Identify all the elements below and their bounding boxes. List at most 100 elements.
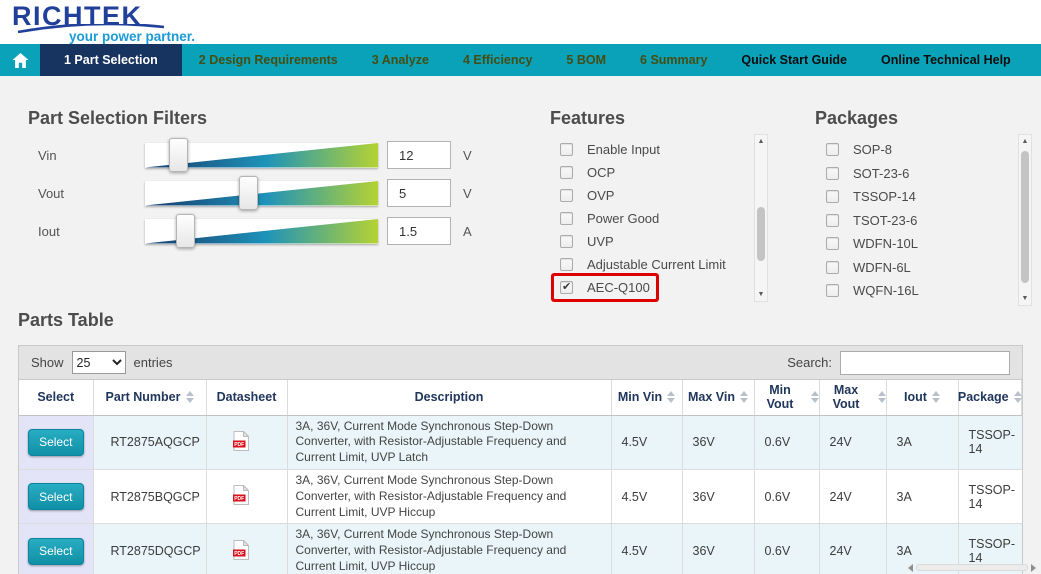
features-title: Features <box>550 108 626 128</box>
features-scrollbar[interactable]: ▲ ▼ <box>754 134 768 302</box>
nav-tab[interactable]: Quick Start Guide <box>724 44 864 76</box>
sort-icon[interactable] <box>931 391 940 404</box>
sort-icon[interactable] <box>877 391 886 404</box>
column-header-label: Select <box>37 390 75 405</box>
column-header[interactable]: Datasheet <box>206 380 288 416</box>
slider-handle[interactable] <box>168 137 188 172</box>
entries-select[interactable]: 25 <box>71 351 126 374</box>
feature-label: Enable Input <box>587 142 661 157</box>
top-header: RICHTEK your power partner. <box>0 0 1041 44</box>
slider-track[interactable] <box>145 213 378 248</box>
sort-icon[interactable] <box>1013 391 1022 404</box>
package-checkbox[interactable] <box>826 284 839 298</box>
package-checkbox[interactable] <box>826 143 839 157</box>
slider-handle[interactable] <box>238 175 258 210</box>
column-header-label: Part Number <box>105 390 181 405</box>
slider-track[interactable] <box>145 137 378 172</box>
svg-text:PDF: PDF <box>234 551 244 557</box>
package-label: TSOT-23-6 <box>853 212 918 228</box>
sort-icon[interactable] <box>667 391 676 404</box>
feature-checkbox[interactable] <box>560 212 573 225</box>
package-label: WDFN-10L <box>853 236 919 252</box>
nav-tab[interactable]: 1 Part Selection <box>40 44 182 76</box>
package-label: SOT-23-6 <box>853 165 910 181</box>
nav-tab[interactable]: 6 Summary <box>623 44 724 76</box>
horizontal-scrollbar[interactable] <box>908 562 1036 573</box>
package-checkbox[interactable] <box>826 260 839 274</box>
nav-tab[interactable]: 5 BOM <box>549 44 623 76</box>
slider-handle[interactable] <box>175 213 195 248</box>
nav-tab-label: 3 Analyze <box>371 53 429 67</box>
slider-label: Vin <box>38 147 57 163</box>
select-cell: Select <box>19 469 94 525</box>
sort-icon[interactable] <box>810 391 819 404</box>
scrollbar-thumb[interactable] <box>757 207 765 261</box>
min-vout-cell: 0.6V <box>754 523 820 574</box>
column-header[interactable]: Description <box>287 380 612 416</box>
max-vin-cell: 36V <box>682 523 755 574</box>
pdf-icon[interactable]: PDF <box>232 538 250 563</box>
nav-tab[interactable]: 3 Analyze <box>355 44 446 76</box>
package-checkbox[interactable] <box>826 213 839 227</box>
scroll-right-icon[interactable] <box>1031 563 1036 572</box>
scrollbar-thumb[interactable] <box>1021 151 1029 283</box>
column-header[interactable]: Max Vout <box>819 380 887 416</box>
scroll-up-icon[interactable]: ▲ <box>1019 138 1031 145</box>
select-button[interactable]: Select <box>27 428 84 456</box>
nav-tab-label: 5 BOM <box>566 53 607 67</box>
search-input[interactable] <box>840 350 1010 375</box>
min-vout-cell: 0.6V <box>754 415 820 470</box>
svg-text:PDF: PDF <box>234 442 244 448</box>
pdf-icon[interactable]: PDF <box>232 484 250 508</box>
nav-tab-label: 6 Summary <box>640 53 708 67</box>
scroll-down-icon[interactable]: ▼ <box>755 291 767 298</box>
packages-scrollbar[interactable]: ▲ ▼ <box>1018 134 1032 306</box>
scroll-left-icon[interactable] <box>908 563 913 572</box>
nav-tab-label: 1 Part Selection <box>64 53 158 67</box>
feature-checkbox[interactable] <box>560 258 573 271</box>
scroll-down-icon[interactable]: ▼ <box>1019 295 1031 302</box>
slider-value-input[interactable] <box>387 179 451 207</box>
package-checkbox[interactable] <box>826 190 839 204</box>
nav-tab[interactable]: 2 Design Requirements <box>182 44 355 76</box>
feature-label: Power Good <box>587 211 660 226</box>
column-header[interactable]: Min Vin <box>611 380 683 416</box>
slider-unit-label: V <box>463 185 472 201</box>
package-checkbox[interactable] <box>826 166 839 180</box>
min-vin-cell: 4.5V <box>611 523 683 574</box>
feature-checkbox[interactable] <box>560 235 573 248</box>
part-number-cell: RT2875AQGCP <box>93 415 207 470</box>
feature-checkbox[interactable] <box>560 166 573 179</box>
brand-tagline: your power partner. <box>69 29 196 44</box>
column-header[interactable]: Select <box>19 380 94 416</box>
part-number-cell: RT2875DQGCP <box>93 523 207 574</box>
scrollbar-track[interactable] <box>916 564 1028 571</box>
nav-tab[interactable]: Online Technical Help <box>864 44 1028 76</box>
pdf-icon[interactable]: PDF <box>232 430 250 454</box>
nav-tab-label: Quick Start Guide <box>741 53 848 67</box>
package-checkbox[interactable] <box>826 237 839 251</box>
slider-track[interactable] <box>145 175 378 210</box>
select-button[interactable]: Select <box>27 483 84 511</box>
sort-icon[interactable] <box>740 391 748 404</box>
column-header[interactable]: Iout <box>886 380 959 416</box>
slider-value-input[interactable] <box>387 217 451 245</box>
home-icon <box>12 52 28 68</box>
column-header[interactable]: Package <box>958 380 1022 416</box>
column-header[interactable]: Min Vout <box>754 380 820 416</box>
select-button[interactable]: Select <box>27 537 84 565</box>
max-vout-cell: 24V <box>819 415 887 470</box>
feature-label: UVP <box>587 234 614 249</box>
iout-cell: 3A <box>886 415 959 470</box>
feature-checkbox[interactable] <box>560 143 573 156</box>
feature-checkbox[interactable] <box>560 189 573 202</box>
scroll-up-icon[interactable]: ▲ <box>755 138 767 145</box>
nav-tab[interactable]: 4 Efficiency <box>446 44 549 76</box>
sort-icon[interactable] <box>185 391 194 404</box>
column-header[interactable]: Max Vin <box>682 380 755 416</box>
feature-checkbox[interactable] <box>560 281 573 294</box>
column-header[interactable]: Part Number <box>93 380 207 416</box>
home-button[interactable] <box>0 44 40 76</box>
slider-value-input[interactable] <box>387 141 451 169</box>
description-cell: 3A, 36V, Current Mode Synchronous Step-D… <box>287 469 612 525</box>
